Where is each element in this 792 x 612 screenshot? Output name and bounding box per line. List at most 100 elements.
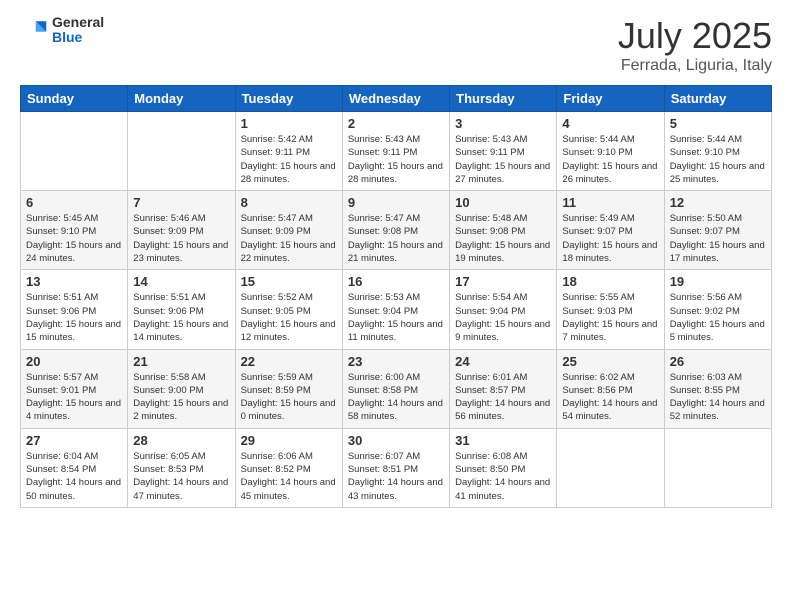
day-cell: 24Sunrise: 6:01 AM Sunset: 8:57 PM Dayli… [450, 349, 557, 428]
page-header: General Blue July 2025 Ferrada, Liguria,… [20, 15, 772, 75]
column-header-tuesday: Tuesday [235, 86, 342, 112]
column-header-wednesday: Wednesday [342, 86, 449, 112]
day-detail: Sunrise: 5:48 AM Sunset: 9:08 PM Dayligh… [455, 212, 551, 265]
day-detail: Sunrise: 5:59 AM Sunset: 8:59 PM Dayligh… [241, 371, 337, 424]
logo: General Blue [20, 15, 104, 46]
location: Ferrada, Liguria, Italy [618, 57, 772, 75]
day-detail: Sunrise: 6:07 AM Sunset: 8:51 PM Dayligh… [348, 450, 444, 503]
day-cell: 7Sunrise: 5:46 AM Sunset: 9:09 PM Daylig… [128, 191, 235, 270]
day-cell: 4 Sunrise: 5:44 AM Sunset: 9:10 PM Daylig… [557, 112, 664, 191]
day-number: 15 [241, 274, 337, 289]
week-row-1: 1Sunrise: 5:42 AM Sunset: 9:11 PM Daylig… [21, 112, 772, 191]
day-detail: Sunrise: 5:44 AM Sunset: 9:10 PM Dayligh… [562, 133, 658, 186]
week-row-3: 13 Sunrise: 5:51 AM Sunset: 9:06 PM Dayli… [21, 270, 772, 349]
day-cell: 11Sunrise: 5:49 AM Sunset: 9:07 PM Dayli… [557, 191, 664, 270]
day-number: 8 [241, 195, 337, 210]
day-number: 28 [133, 433, 229, 448]
day-number: 21 [133, 354, 229, 369]
day-detail: Sunrise: 5:56 AM Sunset: 9:02 PM Dayligh… [670, 291, 766, 344]
day-detail: Sunrise: 6:02 AM Sunset: 8:56 PM Dayligh… [562, 371, 658, 424]
day-cell: 1Sunrise: 5:42 AM Sunset: 9:11 PM Daylig… [235, 112, 342, 191]
day-number: 6 [26, 195, 122, 210]
day-number: 11 [562, 195, 658, 210]
day-detail: Sunrise: 5:50 AM Sunset: 9:07 PM Dayligh… [670, 212, 766, 265]
day-detail: Sunrise: 5:43 AM Sunset: 9:11 PM Dayligh… [348, 133, 444, 186]
day-cell: 23Sunrise: 6:00 AM Sunset: 8:58 PM Dayli… [342, 349, 449, 428]
day-cell: 18 Sunrise: 5:55 AM Sunset: 9:03 PM Dayli… [557, 270, 664, 349]
day-cell [557, 428, 664, 507]
day-number: 4 [562, 116, 658, 131]
day-cell: 5 Sunrise: 5:44 AM Sunset: 9:10 PM Daylig… [664, 112, 771, 191]
day-detail: Sunrise: 5:47 AM Sunset: 9:09 PM Dayligh… [241, 212, 337, 265]
day-cell: 29 Sunrise: 6:06 AM Sunset: 8:52 PM Dayli… [235, 428, 342, 507]
day-detail: Sunrise: 5:47 AM Sunset: 9:08 PM Dayligh… [348, 212, 444, 265]
day-number: 29 [241, 433, 337, 448]
day-number: 9 [348, 195, 444, 210]
column-header-sunday: Sunday [21, 86, 128, 112]
day-number: 31 [455, 433, 551, 448]
day-cell: 12 Sunrise: 5:50 AM Sunset: 9:07 PM Dayli… [664, 191, 771, 270]
day-cell: 17Sunrise: 5:54 AM Sunset: 9:04 PM Dayli… [450, 270, 557, 349]
day-cell: 10 Sunrise: 5:48 AM Sunset: 9:08 PM Dayli… [450, 191, 557, 270]
day-cell: 27 Sunrise: 6:04 AM Sunset: 8:54 PM Dayli… [21, 428, 128, 507]
day-number: 16 [348, 274, 444, 289]
day-number: 3 [455, 116, 551, 131]
day-detail: Sunrise: 5:55 AM Sunset: 9:03 PM Dayligh… [562, 291, 658, 344]
day-number: 1 [241, 116, 337, 131]
day-detail: Sunrise: 5:57 AM Sunset: 9:01 PM Dayligh… [26, 371, 122, 424]
day-detail: Sunrise: 6:01 AM Sunset: 8:57 PM Dayligh… [455, 371, 551, 424]
day-cell: 8 Sunrise: 5:47 AM Sunset: 9:09 PM Daylig… [235, 191, 342, 270]
day-cell: 25 Sunrise: 6:02 AM Sunset: 8:56 PM Dayli… [557, 349, 664, 428]
title-block: July 2025 Ferrada, Liguria, Italy [618, 15, 772, 75]
day-detail: Sunrise: 6:00 AM Sunset: 8:58 PM Dayligh… [348, 371, 444, 424]
day-number: 22 [241, 354, 337, 369]
day-cell: 2Sunrise: 5:43 AM Sunset: 9:11 PM Daylig… [342, 112, 449, 191]
day-cell: 19 Sunrise: 5:56 AM Sunset: 9:02 PM Dayli… [664, 270, 771, 349]
column-header-thursday: Thursday [450, 86, 557, 112]
day-number: 5 [670, 116, 766, 131]
day-cell: 3 Sunrise: 5:43 AM Sunset: 9:11 PM Daylig… [450, 112, 557, 191]
day-cell: 6Sunrise: 5:45 AM Sunset: 9:10 PM Daylig… [21, 191, 128, 270]
day-number: 25 [562, 354, 658, 369]
day-cell [21, 112, 128, 191]
day-number: 30 [348, 433, 444, 448]
day-detail: Sunrise: 5:58 AM Sunset: 9:00 PM Dayligh… [133, 371, 229, 424]
month-title: July 2025 [618, 15, 772, 57]
day-number: 26 [670, 354, 766, 369]
day-detail: Sunrise: 6:04 AM Sunset: 8:54 PM Dayligh… [26, 450, 122, 503]
logo-blue: Blue [52, 30, 104, 45]
day-number: 17 [455, 274, 551, 289]
logo-general: General [52, 15, 104, 30]
day-cell: 31Sunrise: 6:08 AM Sunset: 8:50 PM Dayli… [450, 428, 557, 507]
day-cell: 22 Sunrise: 5:59 AM Sunset: 8:59 PM Dayli… [235, 349, 342, 428]
day-detail: Sunrise: 5:44 AM Sunset: 9:10 PM Dayligh… [670, 133, 766, 186]
day-cell: 16 Sunrise: 5:53 AM Sunset: 9:04 PM Dayli… [342, 270, 449, 349]
week-row-5: 27 Sunrise: 6:04 AM Sunset: 8:54 PM Dayli… [21, 428, 772, 507]
day-number: 12 [670, 195, 766, 210]
day-cell: 30 Sunrise: 6:07 AM Sunset: 8:51 PM Dayli… [342, 428, 449, 507]
day-detail: Sunrise: 5:51 AM Sunset: 9:06 PM Dayligh… [133, 291, 229, 344]
day-number: 10 [455, 195, 551, 210]
day-number: 18 [562, 274, 658, 289]
column-header-monday: Monday [128, 86, 235, 112]
week-row-4: 20Sunrise: 5:57 AM Sunset: 9:01 PM Dayli… [21, 349, 772, 428]
day-cell [664, 428, 771, 507]
day-number: 13 [26, 274, 122, 289]
column-header-saturday: Saturday [664, 86, 771, 112]
day-cell: 15Sunrise: 5:52 AM Sunset: 9:05 PM Dayli… [235, 270, 342, 349]
day-detail: Sunrise: 5:46 AM Sunset: 9:09 PM Dayligh… [133, 212, 229, 265]
day-number: 19 [670, 274, 766, 289]
day-cell: 20Sunrise: 5:57 AM Sunset: 9:01 PM Dayli… [21, 349, 128, 428]
day-detail: Sunrise: 5:43 AM Sunset: 9:11 PM Dayligh… [455, 133, 551, 186]
calendar-table: SundayMondayTuesdayWednesdayThursdayFrid… [20, 85, 772, 508]
day-cell: 14Sunrise: 5:51 AM Sunset: 9:06 PM Dayli… [128, 270, 235, 349]
calendar-page: General Blue July 2025 Ferrada, Liguria,… [0, 0, 792, 612]
day-cell: 26Sunrise: 6:03 AM Sunset: 8:55 PM Dayli… [664, 349, 771, 428]
day-cell: 28Sunrise: 6:05 AM Sunset: 8:53 PM Dayli… [128, 428, 235, 507]
day-cell: 13Sunrise: 5:51 AM Sunset: 9:06 PM Dayli… [21, 270, 128, 349]
day-detail: Sunrise: 5:53 AM Sunset: 9:04 PM Dayligh… [348, 291, 444, 344]
day-detail: Sunrise: 6:06 AM Sunset: 8:52 PM Dayligh… [241, 450, 337, 503]
day-number: 27 [26, 433, 122, 448]
day-cell: 9 Sunrise: 5:47 AM Sunset: 9:08 PM Daylig… [342, 191, 449, 270]
logo-text: General Blue [52, 15, 104, 46]
